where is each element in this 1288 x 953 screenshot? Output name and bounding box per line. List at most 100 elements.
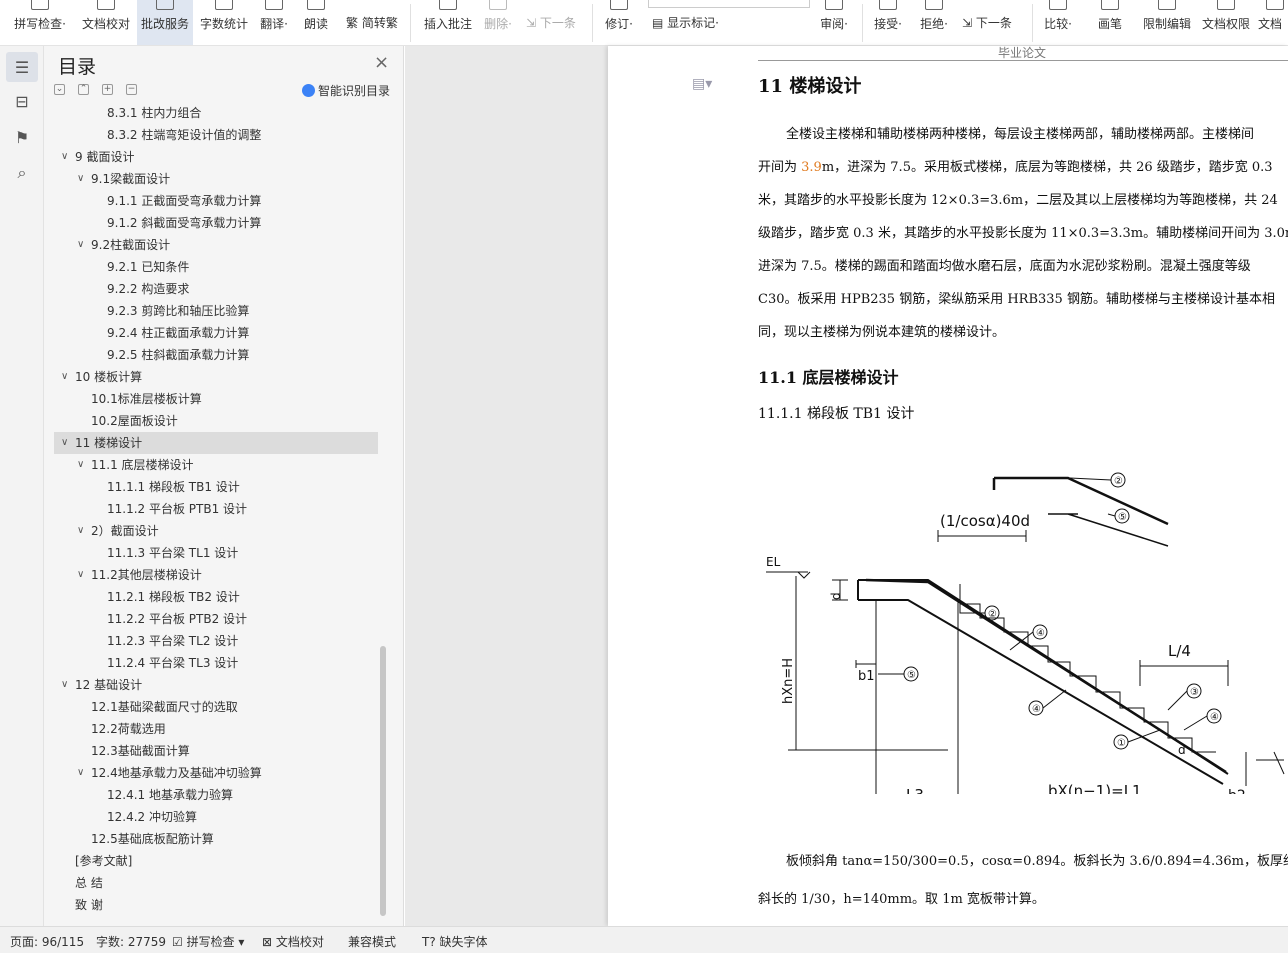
chevron-down-icon[interactable]: ∨ <box>77 168 84 190</box>
restrict-editing-button[interactable]: 限制编辑 <box>1140 0 1194 45</box>
toc-item[interactable]: 9.2.3 剪跨比和轴压比验算 <box>54 300 378 322</box>
find-panel-button[interactable]: ⌕ <box>6 158 38 188</box>
chevron-down-icon[interactable]: ∨ <box>77 564 84 586</box>
smart-icon <box>302 84 315 97</box>
toc-item[interactable]: 9.2.5 柱斜截面承载力计算 <box>54 344 378 366</box>
word-count-indicator[interactable]: 字数: 27759 <box>96 933 166 950</box>
chevron-down-icon[interactable]: ∨ <box>77 762 84 784</box>
next-comment-button[interactable]: ⇲ 下一条 <box>526 14 576 31</box>
reject-button[interactable]: 拒绝· <box>914 0 954 45</box>
toc-panel-button[interactable]: ☰ <box>6 52 38 82</box>
chevron-down-icon[interactable]: ∨ <box>77 234 84 256</box>
toc-item[interactable]: 致 谢 <box>54 894 378 916</box>
next-change-button[interactable]: ⇲ 下一条 <box>962 14 1012 31</box>
show-markup-dropdown[interactable]: ▤ 显示标记· <box>652 14 719 31</box>
close-icon[interactable]: × <box>374 52 389 73</box>
document-permission-button[interactable]: 文档权限 <box>1198 0 1254 45</box>
toc-item[interactable]: 9.1.1 正截面受弯承载力计算 <box>54 190 378 212</box>
toc-item[interactable]: 10.2屋面板设计 <box>54 410 378 432</box>
toc-item[interactable]: ∨ 12.4地基承载力及基础冲切验算 <box>54 762 378 784</box>
toc-item[interactable]: ∨ 9.1梁截面设计 <box>54 168 378 190</box>
compare-button[interactable]: 比较· <box>1038 0 1078 45</box>
page-indicator[interactable]: 页面: 96/115 <box>10 933 84 950</box>
track-changes-button[interactable]: 修订· <box>600 0 638 45</box>
page-options-icon[interactable]: ▤▾ <box>692 76 712 92</box>
toc-item[interactable]: 12.1基础梁截面尺寸的选取 <box>54 696 378 718</box>
toc-scrollbar[interactable] <box>380 646 386 916</box>
markup-icon: ▤ <box>652 16 668 30</box>
toc-item[interactable]: 8.3.1 柱内力组合 <box>54 106 378 124</box>
spell-check-button[interactable]: 拼写检查· <box>8 0 72 45</box>
toc-item[interactable]: 8.3.2 柱端弯矩设计值的调整 <box>54 124 378 146</box>
collapse-all-icon[interactable]: ⌄ <box>54 84 65 95</box>
chevron-down-icon[interactable]: ∨ <box>77 454 84 476</box>
bookmark-panel-button[interactable]: ⚑ <box>6 122 38 152</box>
toc-item-label: 9.2.1 已知条件 <box>107 260 190 274</box>
remove-heading-icon[interactable]: − <box>126 84 137 95</box>
toc-item[interactable]: 12.3基础截面计算 <box>54 740 378 762</box>
chapter-panel-button[interactable]: ⊟ <box>6 86 38 116</box>
chevron-down-icon[interactable]: ∨ <box>61 674 68 696</box>
add-heading-icon[interactable]: + <box>102 84 113 95</box>
correction-service-button[interactable]: 批改服务 <box>137 0 193 45</box>
delete-comment-button[interactable]: 删除· <box>478 0 518 45</box>
accept-button[interactable]: 接受· <box>868 0 908 45</box>
toc-item[interactable]: ∨ 11 楼梯设计 <box>54 432 378 454</box>
simplified-to-traditional-button[interactable]: 繁 简转繁 <box>346 14 398 31</box>
toc-item[interactable]: 11.2.2 平台板 PTB2 设计 <box>54 608 378 630</box>
chevron-down-icon[interactable]: ∨ <box>61 432 68 454</box>
toc-item[interactable]: ∨ 9.2柱截面设计 <box>54 234 378 256</box>
toc-item[interactable]: ∨ 11.2其他层楼梯设计 <box>54 564 378 586</box>
toc-item[interactable]: 总 结 <box>54 872 378 894</box>
smart-toc-button[interactable]: 智能识别目录 <box>302 82 390 99</box>
toc-item[interactable]: 9.2.4 柱正截面承载力计算 <box>54 322 378 344</box>
read-aloud-button[interactable]: 朗读 <box>298 0 334 45</box>
status-spell-check[interactable]: ☑ 拼写检查 ▾ <box>172 933 244 950</box>
toc-item-label: 11 楼梯设计 <box>75 436 143 450</box>
toc-item[interactable]: 9.2.1 已知条件 <box>54 256 378 278</box>
comment-icon <box>439 0 457 10</box>
search-icon: ⌕ <box>17 163 27 182</box>
document-more-button[interactable]: 文档 <box>1258 0 1288 45</box>
doc-proofread-button[interactable]: 文档校对 <box>78 0 134 45</box>
toc-item[interactable]: 11.1.2 平台板 PTB1 设计 <box>54 498 378 520</box>
status-proofread[interactable]: ⊠ 文档校对 <box>262 933 324 950</box>
missing-font-button[interactable]: T? 缺失字体 <box>422 933 488 950</box>
accept-icon <box>879 0 897 10</box>
toc-item[interactable]: ∨ 2）截面设计 <box>54 520 378 542</box>
chevron-down-icon[interactable]: ∨ <box>77 520 84 542</box>
toc-item[interactable]: ∨ 10 楼板计算 <box>54 366 378 388</box>
toc-item[interactable]: 10.1标准层楼板计算 <box>54 388 378 410</box>
l3-label: L3 <box>906 786 924 794</box>
toc-item[interactable]: 9.1.2 斜截面受弯承载力计算 <box>54 212 378 234</box>
chevron-down-icon[interactable]: ∨ <box>61 366 68 388</box>
toc-item[interactable]: 11.2.4 平台梁 TL3 设计 <box>54 652 378 674</box>
toc-item[interactable]: [参考文献] <box>54 850 378 872</box>
heading-11-1-1: 11.1.1 梯段板 TB1 设计 <box>758 406 915 422</box>
toc-item[interactable]: 12.4.1 地基承载力验算 <box>54 784 378 806</box>
toc-item[interactable]: 11.1.3 平台梁 TL1 设计 <box>54 542 378 564</box>
toc-item[interactable]: 12.4.2 冲切验算 <box>54 806 378 828</box>
word-count-button[interactable]: 字数统计 <box>196 0 252 45</box>
review-button[interactable]: 审阅· <box>814 0 854 45</box>
toc-item[interactable]: 11.2.1 梯段板 TB2 设计 <box>54 586 378 608</box>
markup-mode-select[interactable] <box>648 0 810 8</box>
document-page[interactable]: 毕业论文 ▤▾ 11 楼梯设计 全楼设主楼梯和辅助楼梯两种楼梯，每层设主楼梯两部… <box>608 46 1288 926</box>
pen-button[interactable]: 画笔 <box>1092 0 1128 45</box>
toc-item[interactable]: 11.2.3 平台梁 TL2 设计 <box>54 630 378 652</box>
toc-item[interactable]: 9.2.2 构造要求 <box>54 278 378 300</box>
expand-up-icon[interactable]: ⌃ <box>78 84 89 95</box>
rebar-4-right-callout: ④ <box>1210 712 1219 723</box>
toc-item[interactable]: 12.5基础底板配筋计算 <box>54 828 378 850</box>
paragraph-line: 进深为 7.5。楼梯的踢面和踏面均做水磨石层，底面为水泥砂浆粉刷。混凝土强度等级 <box>758 259 1251 274</box>
stair-reinforcement-diagram: (1/cosα)40d ② ⑤ EL hXn=H d b1 ⑤ ② ④ ④ ① … <box>766 472 1285 794</box>
toc-item[interactable]: ∨ 9 截面设计 <box>54 146 378 168</box>
toc-item[interactable]: 12.2荷载选用 <box>54 718 378 740</box>
chevron-down-icon[interactable]: ∨ <box>61 146 68 168</box>
toc-item[interactable]: 11.1.1 梯段板 TB1 设计 <box>54 476 378 498</box>
translate-button[interactable]: 翻译· <box>254 0 294 45</box>
toc-item[interactable]: ∨ 12 基础设计 <box>54 674 378 696</box>
paragraph-line: C30。板采用 HPB235 钢筋，梁纵筋采用 HRB335 钢筋。辅助楼梯与主… <box>758 292 1275 307</box>
insert-comment-button[interactable]: 插入批注 <box>420 0 476 45</box>
toc-item[interactable]: ∨ 11.1 底层楼梯设计 <box>54 454 378 476</box>
